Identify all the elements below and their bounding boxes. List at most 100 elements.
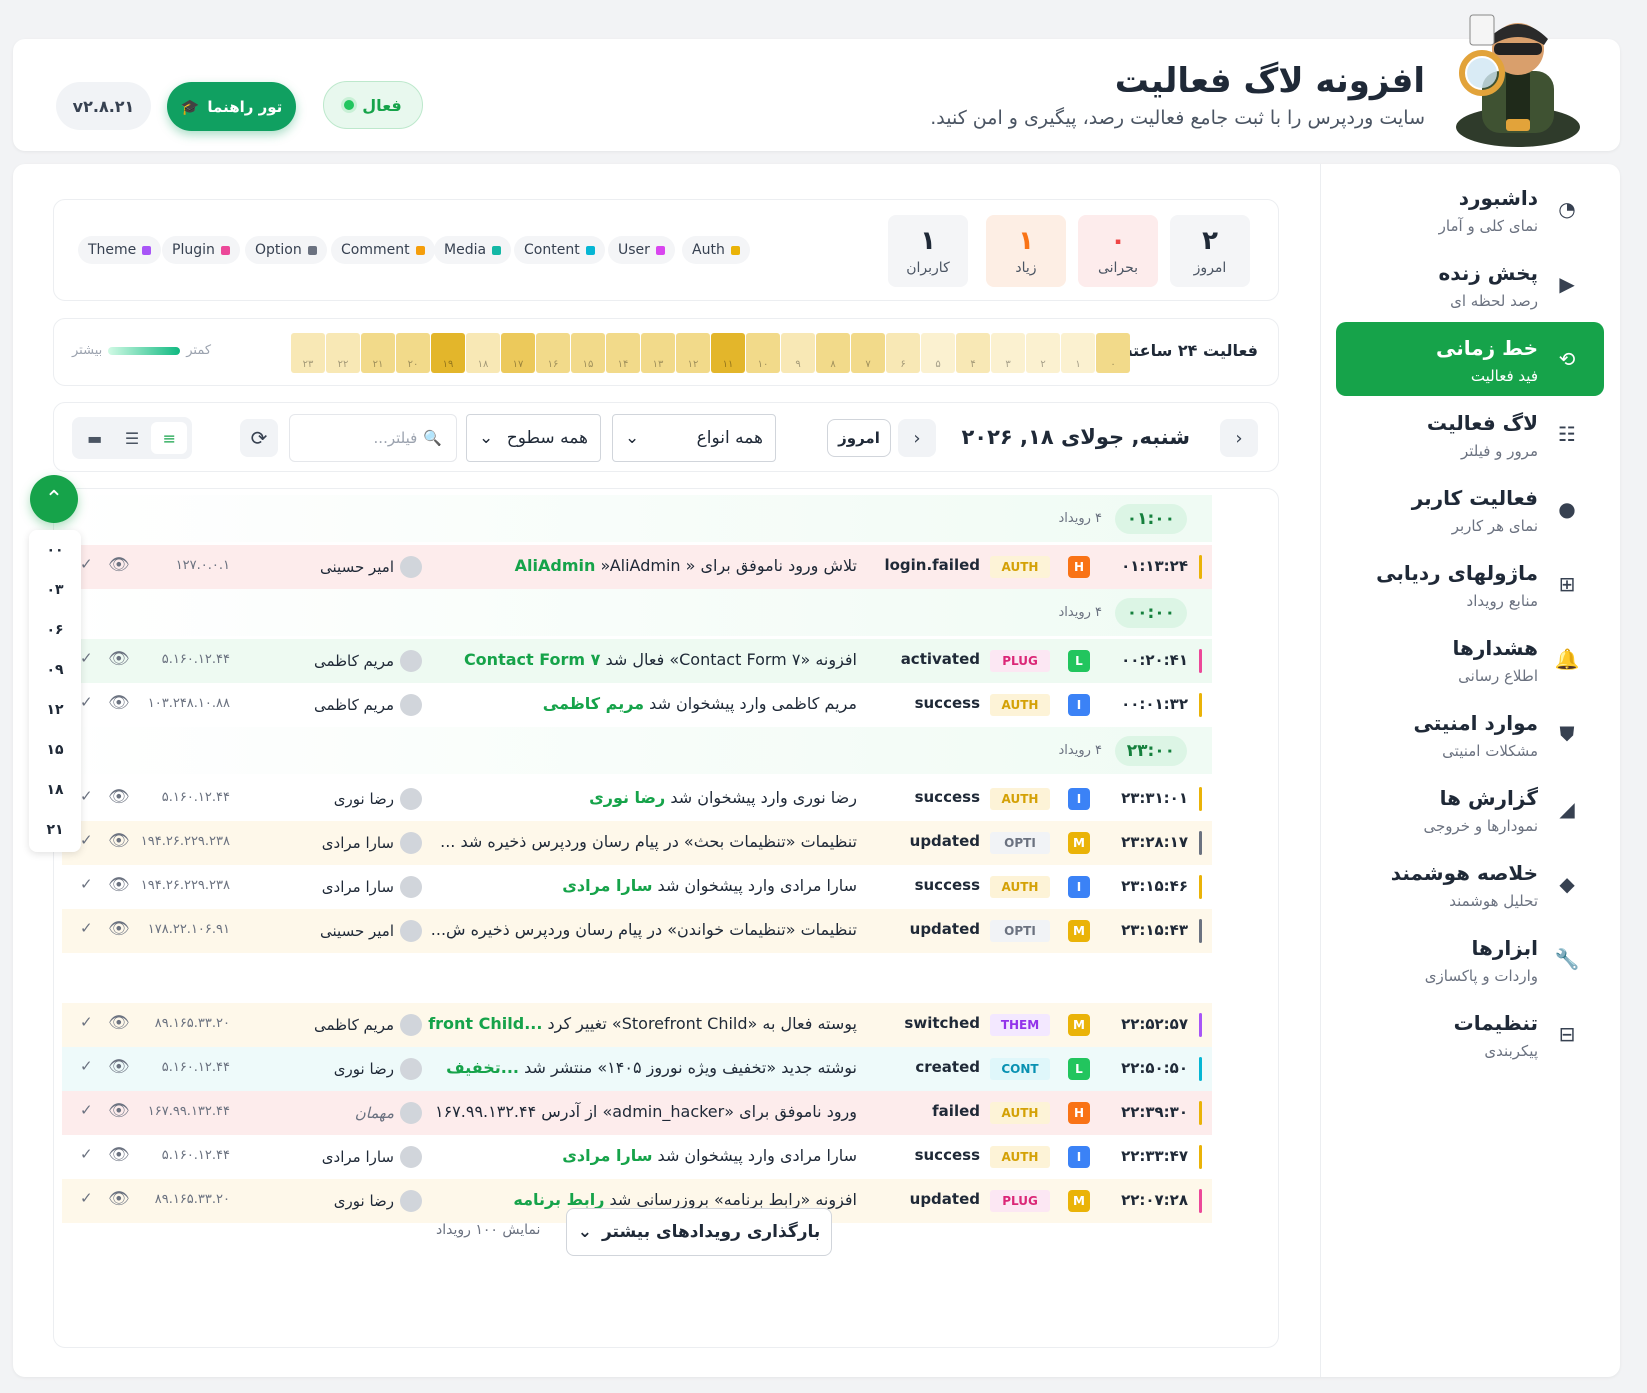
sidebar-item-3[interactable]: ☷ لاگ فعالیت مرور و فیلتر	[1336, 397, 1604, 471]
table-row[interactable]: ۲۲:۳۳:۴۷ I AUTH success سارا مرادی وارد پیشخ…	[62, 1135, 1212, 1179]
compact-view-icon[interactable]: ≡	[151, 422, 188, 454]
eye-icon[interactable]: 👁	[108, 555, 130, 575]
sidebar-item-6[interactable]: 🔔 هشدارها اطلاع رسانی	[1336, 622, 1604, 696]
message-highlight[interactable]: ...تخفیف	[446, 1058, 519, 1077]
load-more-button[interactable]: بارگذاری رویدادهای بیشتر ⌄	[566, 1208, 832, 1256]
sidebar-item-2[interactable]: ⟲ خط زمانی فید فعالیت	[1336, 322, 1604, 396]
message-highlight[interactable]: AliAdmin	[515, 556, 596, 575]
message-highlight[interactable]: مریم کاظمی	[543, 694, 644, 713]
row-user[interactable]: سارا مرادی	[272, 832, 422, 854]
row-user[interactable]: مریم کاظمی	[272, 650, 422, 672]
scroll-up-button[interactable]: ⌃	[30, 475, 78, 523]
check-icon[interactable]: ✓	[80, 875, 93, 893]
row-user[interactable]: رضا نوری	[272, 788, 422, 810]
sidebar-item-1[interactable]: ▶ پخش زنده رصد لحظه ای	[1336, 247, 1604, 321]
row-user[interactable]: مهمان	[272, 1102, 422, 1124]
table-row[interactable]: ۲۳:۱۵:۴۳ M OPTI updated تنظیمات «تنظیمات خوا…	[62, 909, 1212, 953]
table-row[interactable]: ۲۲:۵۲:۵۷ M THEM switched پوسته فعال به «Stor…	[62, 1003, 1212, 1047]
row-user[interactable]: مریم کاظمی	[272, 1014, 422, 1036]
hour-rail-item[interactable]: ۱۸	[29, 770, 81, 810]
sidebar-item-4[interactable]: ● فعالیت کاربر نمای هر کاربر	[1336, 472, 1604, 546]
row-user[interactable]: امیر حسینی	[272, 920, 422, 942]
check-icon[interactable]: ✓	[80, 1101, 93, 1119]
eye-icon[interactable]: 👁	[108, 1189, 130, 1209]
folder-view-icon[interactable]: ▬	[77, 422, 113, 454]
check-icon[interactable]: ✓	[80, 831, 93, 849]
row-user[interactable]: رضا نوری	[272, 1190, 422, 1212]
hour-rail-item[interactable]: ۱۲	[29, 690, 81, 730]
list-view-icon[interactable]: ☰	[114, 422, 150, 454]
level-select[interactable]: همه سطوح ⌄	[466, 414, 601, 462]
eye-icon[interactable]: 👁	[108, 875, 130, 895]
row-user[interactable]: مریم کاظمی	[272, 694, 422, 716]
check-icon[interactable]: ✓	[80, 693, 93, 711]
eye-icon[interactable]: 👁	[108, 1013, 130, 1033]
eye-icon[interactable]: 👁	[108, 919, 130, 939]
row-user[interactable]: سارا مرادی	[272, 876, 422, 898]
sidebar-item-10[interactable]: 🔧 ابزارها واردات و پاکسازی	[1336, 922, 1604, 996]
check-icon[interactable]: ✓	[80, 919, 93, 937]
table-row[interactable]: ۲۳:۳۱:۰۱ I AUTH success رضا نوری وارد پیشخوا…	[62, 777, 1212, 821]
filter-input[interactable]: 🔍 فیلتر...	[289, 414, 457, 462]
eye-icon[interactable]: 👁	[108, 831, 130, 851]
message-highlight[interactable]: رضا نوری	[589, 788, 665, 807]
message-highlight[interactable]: Contact Form ۷	[464, 650, 600, 669]
check-icon[interactable]: ✓	[80, 1013, 93, 1031]
row-user[interactable]: امیر حسینی	[272, 556, 422, 578]
eye-icon[interactable]: 👁	[108, 1145, 130, 1165]
row-user[interactable]: رضا نوری	[272, 1058, 422, 1080]
message-highlight[interactable]: سارا مرادی	[562, 1146, 652, 1165]
row-user[interactable]: سارا مرادی	[272, 1146, 422, 1168]
sidebar-item-sub: پیکربندی	[1484, 1042, 1538, 1060]
app-header: افزونه لاگ فعالیت سایت وردپرس را با ثبت …	[13, 14, 1620, 151]
table-row[interactable]: ۰۰:۰۱:۳۲ I AUTH success مریم کاظمی وارد پیشخ…	[62, 683, 1212, 727]
prev-day-chevron-icon[interactable]: ›	[1220, 419, 1258, 457]
table-row[interactable]: ۰۱:۱۳:۲۴ H AUTH login.failed تلاش ورود ناموف…	[62, 545, 1212, 589]
message-highlight[interactable]: رابط برنامه	[513, 1190, 604, 1209]
table-row[interactable]: ۲۲:۵۰:۵۰ L CONT created نوشته جدید «تخفیف وی…	[62, 1047, 1212, 1091]
check-icon[interactable]: ✓	[80, 1145, 93, 1163]
hour-rail-item[interactable]: ۲۱	[29, 810, 81, 850]
hour-rail-item[interactable]: ۰۰	[29, 530, 81, 570]
eye-icon[interactable]: 👁	[108, 1101, 130, 1121]
tour-button[interactable]: تور راهنما 🎓	[167, 82, 296, 131]
check-icon[interactable]: ✓	[80, 555, 93, 573]
check-icon[interactable]: ✓	[80, 649, 93, 667]
hour-rail-item[interactable]: ۰۶	[29, 610, 81, 650]
category-tag: AUTH	[990, 1102, 1050, 1124]
user-name: مهمان	[354, 1104, 394, 1122]
hour-rail-item[interactable]: ۰۳	[29, 570, 81, 610]
table-row[interactable]: ۲۳:۱۵:۴۶ I AUTH success سارا مرادی وارد پیشخ…	[62, 865, 1212, 909]
message-highlight[interactable]: ...front Child	[428, 1014, 542, 1033]
row-time: ۲۳:۱۵:۴۳	[1121, 921, 1188, 939]
message-highlight[interactable]: سارا مرادی	[562, 876, 652, 895]
sidebar-item-8[interactable]: ◢ گزارش ها نمودارها و خروجی	[1336, 772, 1604, 846]
eye-icon[interactable]: 👁	[108, 1057, 130, 1077]
table-row[interactable]: ۲۲:۳۹:۳۰ H AUTH failed ورود ناموفق برای «adm…	[62, 1091, 1212, 1135]
refresh-button[interactable]: ⟳	[240, 419, 278, 457]
check-icon[interactable]: ✓	[80, 787, 93, 805]
row-action: updated	[909, 1190, 980, 1208]
eye-icon[interactable]: 👁	[108, 693, 130, 713]
check-icon[interactable]: ✓	[80, 1057, 93, 1075]
sidebar-item-11[interactable]: ⊟ تنظیمات پیکربندی	[1336, 997, 1604, 1071]
table-row[interactable]: ۲۳:۲۸:۱۷ M OPTI updated تنظیمات «تنظیمات بحث…	[62, 821, 1212, 865]
eye-icon[interactable]: 👁	[108, 787, 130, 807]
avatar	[400, 1058, 422, 1080]
sidebar-item-9[interactable]: ◆ خلاصه هوشمند تحلیل هوشمند	[1336, 847, 1604, 921]
next-day-chevron-icon[interactable]: ›	[898, 419, 936, 457]
heatmap-cell: ۰	[1096, 333, 1130, 373]
hour-rail-item[interactable]: ۰۹	[29, 650, 81, 690]
hour-rail-item[interactable]: ۱۵	[29, 730, 81, 770]
check-icon[interactable]: ✓	[80, 1189, 93, 1207]
type-select[interactable]: همه انواع ⌄	[612, 414, 776, 462]
sidebar-item-0[interactable]: ◔ داشبورد نمای کلی و آمار	[1336, 172, 1604, 246]
row-ip: ۱۲۷.۰.۰.۱	[175, 558, 230, 573]
table-row[interactable]: ۰۰:۲۰:۴۱ L PLUG activated افزونه «Contact Fo…	[62, 639, 1212, 683]
sidebar-item-7[interactable]: ⛊ موارد امنیتی مشکلات امنیتی	[1336, 697, 1604, 771]
sidebar-item-5[interactable]: ⊞ ماژولهای ردیابی منابع رویداد	[1336, 547, 1604, 621]
row-severity-bar	[1199, 555, 1202, 579]
eye-icon[interactable]: 👁	[108, 649, 130, 669]
today-button[interactable]: امروز	[827, 419, 891, 457]
row-action: created	[915, 1058, 980, 1076]
